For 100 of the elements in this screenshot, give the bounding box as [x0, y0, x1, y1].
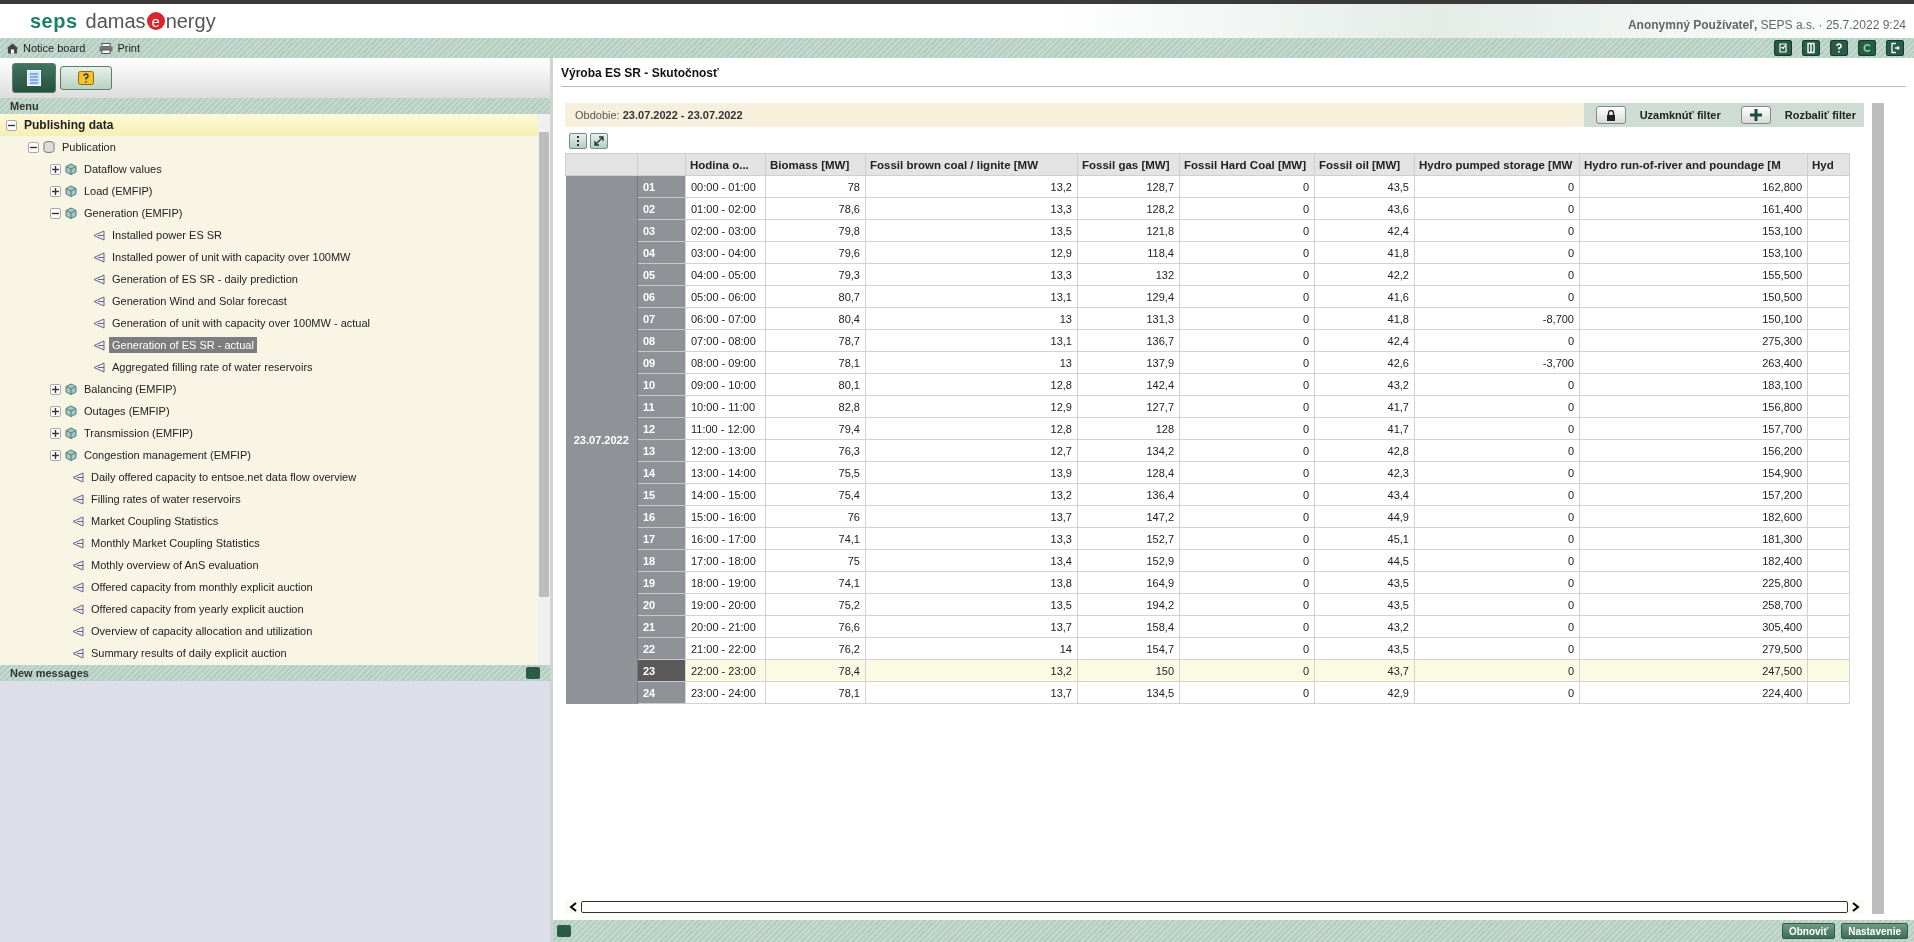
scrollbar[interactable]: [538, 114, 550, 665]
table-cell: 161,400: [1579, 197, 1808, 220]
tree-item[interactable]: Balancing (EMFIP): [81, 381, 180, 397]
table-cell: 225,800: [1579, 571, 1808, 594]
tree-item[interactable]: Generation (EMFIP): [81, 205, 186, 221]
table-cell: 0: [1414, 571, 1580, 594]
expand-toggle[interactable]: [50, 185, 61, 197]
tree-item[interactable]: Mothly overview of AnS evaluation: [88, 557, 262, 573]
collapse-toggle[interactable]: [28, 141, 39, 153]
columns-icon[interactable]: [1802, 40, 1820, 56]
table-cell: 156,800: [1579, 395, 1808, 418]
column-header[interactable]: Biomass [MW]: [765, 153, 866, 176]
exit-icon[interactable]: [1886, 40, 1904, 56]
column-menu-button[interactable]: [569, 133, 587, 149]
column-header[interactable]: Hodina o...: [685, 153, 766, 176]
sidebar-tab[interactable]: [12, 63, 56, 93]
tree-item[interactable]: Generation of ES SR - daily prediction: [109, 271, 301, 287]
tree-item[interactable]: Outages (EMFIP): [81, 403, 173, 419]
filter-button[interactable]: Uzamknúť filter: [1583, 103, 1729, 127]
tree-item[interactable]: Market Coupling Statistics: [88, 513, 222, 529]
scroll-left-icon[interactable]: [569, 902, 577, 912]
column-header[interactable]: Fossil oil [MW]: [1314, 153, 1415, 176]
collapse-toggle[interactable]: [50, 207, 61, 219]
column-header[interactable]: Hyd: [1807, 153, 1850, 176]
tree-item[interactable]: Publishing data: [21, 116, 117, 134]
tree-item[interactable]: Installed power of unit with capacity over 100MW: [109, 249, 354, 265]
table-cell: 13,2: [865, 483, 1078, 506]
tree-item[interactable]: Generation of ES SR - actual: [109, 337, 257, 353]
column-header[interactable]: Fossil gas [MW]: [1077, 153, 1180, 176]
scroll-right-icon[interactable]: [1852, 902, 1860, 912]
report-icon[interactable]: [1774, 40, 1792, 56]
table-cell: 13,3: [865, 197, 1078, 220]
cube-icon: [65, 427, 77, 439]
column-header[interactable]: Hydro run-of-river and poundage [M: [1579, 153, 1808, 176]
help-icon[interactable]: [1830, 40, 1848, 56]
expand-toggle[interactable]: [50, 405, 61, 417]
scrollbar[interactable]: [1872, 103, 1884, 914]
table-cell: 12:00 - 13:00: [685, 439, 766, 462]
tree-item[interactable]: Overview of capacity allocation and utilization: [88, 623, 316, 639]
sidebar-tab[interactable]: [60, 66, 112, 90]
tree-item[interactable]: Dataflow values: [81, 161, 165, 177]
tree-item[interactable]: Daily offered capacity to entsoe.net data flow overview: [88, 469, 360, 485]
cube-icon: [65, 449, 77, 461]
table-cell: 156,200: [1579, 439, 1808, 462]
toolbar-link[interactable]: Print: [99, 42, 140, 54]
tree-item[interactable]: Congestion management (EMFIP): [81, 447, 254, 463]
column-header[interactable]: Fossil Hard Coal [MW]: [1179, 153, 1315, 176]
table-cell: 154,900: [1579, 461, 1808, 484]
list-icon: [27, 70, 41, 86]
report-icon: [72, 471, 84, 483]
tree-item[interactable]: Filling rates of water reservoirs: [88, 491, 244, 507]
table-cell: 15:00 - 16:00: [685, 505, 766, 528]
tree-item[interactable]: Offered capacity from monthly explicit auction: [88, 579, 316, 595]
tree-item[interactable]: Transmission (EMFIP): [81, 425, 196, 441]
tree-item[interactable]: Installed power ES SR: [109, 227, 226, 243]
report-icon: [72, 581, 84, 593]
tree-item[interactable]: Generation Wind and Solar forecast: [109, 293, 290, 309]
expand-toggle[interactable]: [50, 427, 61, 439]
expand-button[interactable]: [590, 133, 608, 149]
tree-item[interactable]: Offered capacity from yearly explicit auction: [88, 601, 307, 617]
table-cell: 0: [1414, 637, 1580, 660]
tree-item[interactable]: Load (EMFIP): [81, 183, 156, 199]
table-cell: 02:00 - 03:00: [685, 219, 766, 242]
plus-icon: [52, 429, 59, 437]
footer-button[interactable]: Obnoviť: [1781, 923, 1836, 939]
plus-icon: [52, 451, 59, 459]
table-cell: 18:00 - 19:00: [685, 571, 766, 594]
table-cell: 13,4: [865, 549, 1078, 572]
expand-toggle[interactable]: [50, 383, 61, 395]
filter-button[interactable]: Rozbaliť filter: [1728, 103, 1864, 127]
table-cell: 12,9: [865, 241, 1078, 264]
expand-toggle[interactable]: [50, 449, 61, 461]
tree-item[interactable]: Publication: [59, 139, 119, 155]
table-cell: 0: [1414, 285, 1580, 308]
table-cell: 17:00 - 18:00: [685, 549, 766, 572]
logo: seps damas e nergy: [30, 9, 216, 33]
report-icon: [72, 515, 84, 527]
table-cell: 13: [865, 351, 1078, 374]
column-header[interactable]: Hydro pumped storage [MW: [1414, 153, 1580, 176]
table-cell: 0: [1414, 395, 1580, 418]
tree-item[interactable]: Monthly Market Coupling Statistics: [88, 535, 263, 551]
table-cell: 12,8: [865, 417, 1078, 440]
tree-item[interactable]: Summary results of daily explicit auction: [88, 645, 290, 661]
footer-button[interactable]: Nastavenie: [1841, 923, 1908, 939]
horizontal-scrollbar[interactable]: [565, 900, 1864, 914]
collapse-toggle[interactable]: [6, 119, 17, 131]
column-header[interactable]: Fossil brown coal / lignite [MW: [865, 153, 1078, 176]
table-cell: 258,700: [1579, 593, 1808, 616]
table-cell: 0: [1414, 461, 1580, 484]
expand-toggle[interactable]: [50, 163, 61, 175]
refresh-icon[interactable]: [1858, 40, 1876, 56]
table-cell: 14: [865, 637, 1078, 660]
period-text: Obdobie: 23.07.2022 - 23.07.2022: [574, 109, 743, 121]
plus-icon: [52, 187, 59, 195]
tree-item[interactable]: Generation of unit with capacity over 100MW - actual: [109, 315, 373, 331]
report-icon: [93, 295, 105, 307]
table-cell: 11:00 - 12:00: [685, 417, 766, 440]
tree-item[interactable]: Aggregated filling rate of water reservoirs: [109, 359, 316, 375]
report-icon: [72, 603, 84, 615]
toolbar-link[interactable]: Notice board: [6, 42, 86, 54]
